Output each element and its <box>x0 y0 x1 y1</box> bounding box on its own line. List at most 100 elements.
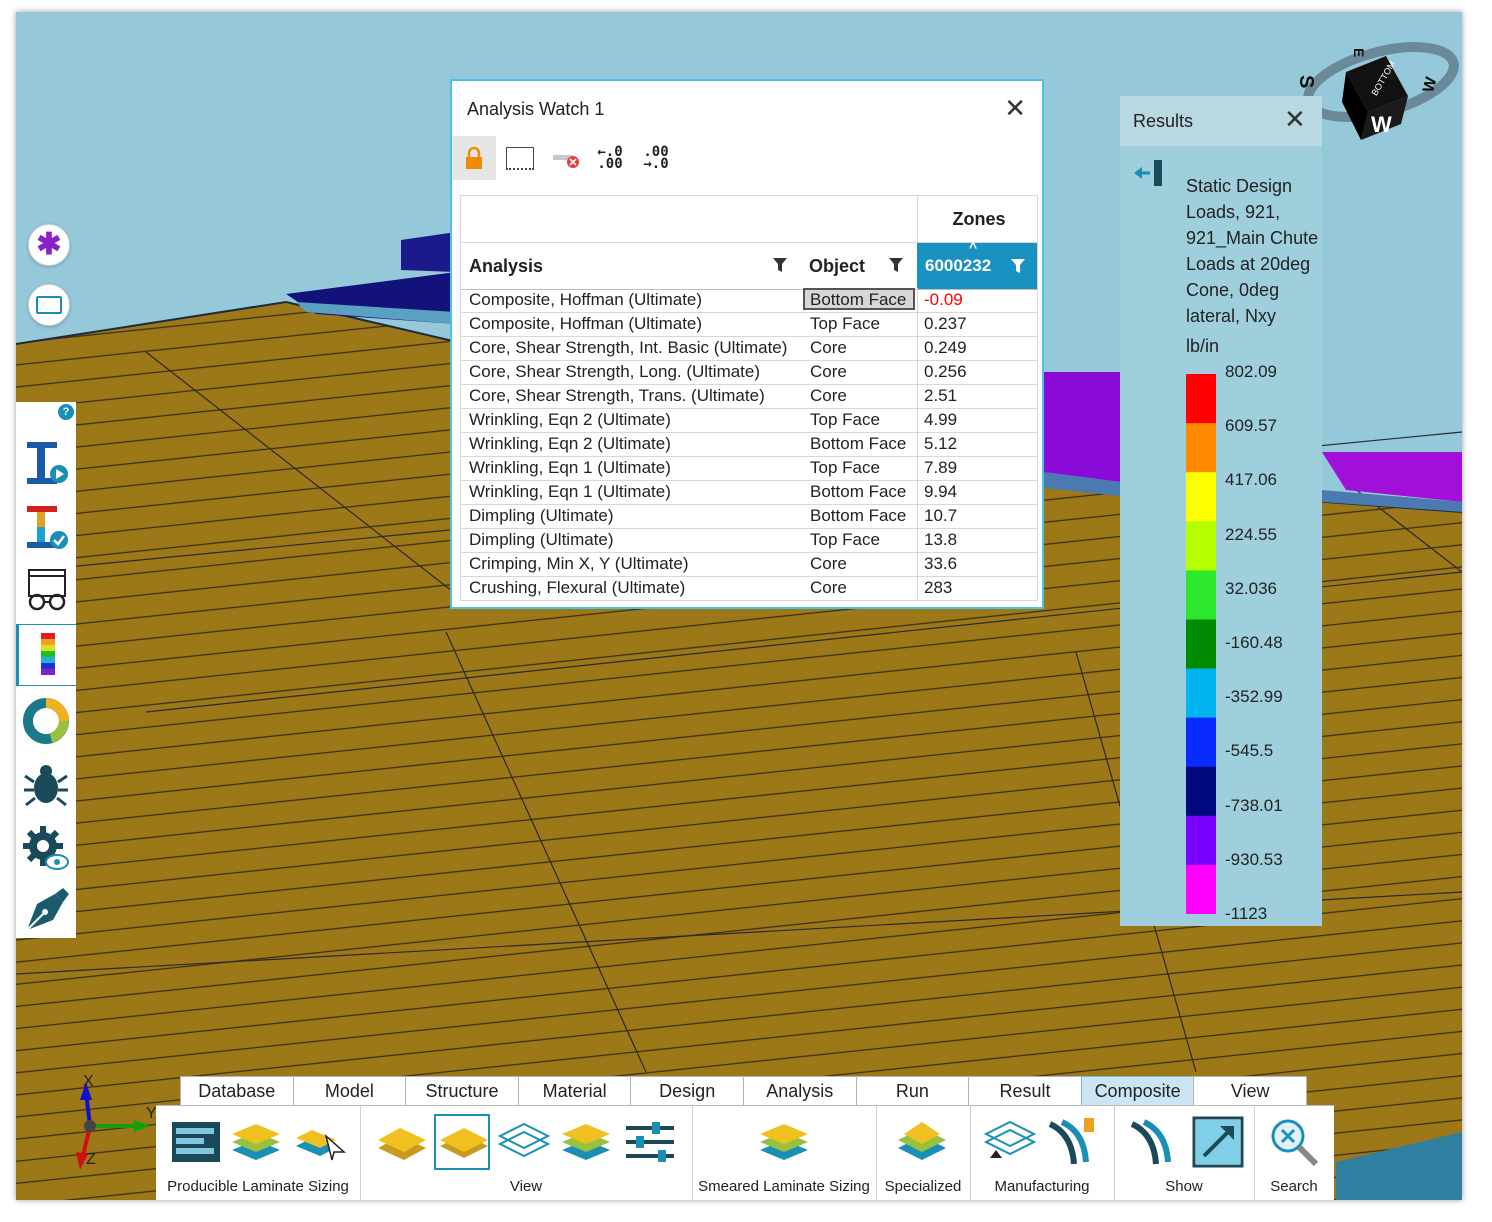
ribbon-tab-analysis[interactable]: Analysis <box>743 1076 857 1105</box>
decrease-decimals-button[interactable]: ←.0.00 <box>588 136 632 180</box>
zone-value-cell[interactable]: 5.12 <box>924 434 957 454</box>
settings-view-button[interactable] <box>16 818 76 880</box>
zone-value-cell[interactable]: 0.249 <box>924 338 967 358</box>
zone-value-cell[interactable]: 283 <box>924 578 952 598</box>
ribbon-tab-model[interactable]: Model <box>292 1076 407 1105</box>
contour-legend-button[interactable] <box>16 624 76 686</box>
ribbon-tab-result[interactable]: Result <box>968 1076 1082 1105</box>
ply-solid-icon[interactable] <box>434 1114 490 1170</box>
analysis-cell[interactable]: Composite, Hoffman (Ultimate) <box>469 314 702 334</box>
zone-value-cell[interactable]: 9.94 <box>924 482 957 502</box>
laminate-check-button[interactable] <box>16 496 76 558</box>
table-row[interactable]: Dimpling (Ultimate) Top Face 13.8 <box>461 528 1037 553</box>
laminate-stack-icon[interactable] <box>228 1114 284 1170</box>
pen-tool-button[interactable] <box>16 880 76 942</box>
zone-value-cell[interactable]: 2.51 <box>924 386 957 406</box>
window-button[interactable] <box>498 136 542 180</box>
increase-decimals-button[interactable]: .00 →.0 <box>634 136 678 180</box>
zone-value-cell[interactable]: -0.09 <box>924 290 963 310</box>
analysis-cell[interactable]: Crimping, Min X, Y (Ultimate) <box>469 554 688 574</box>
analysis-cell[interactable]: Core, Shear Strength, Trans. (Ultimate) <box>469 386 765 406</box>
table-row[interactable]: Core, Shear Strength, Long. (Ultimate) Co… <box>461 360 1037 385</box>
ribbon-tab-composite[interactable]: Composite <box>1080 1076 1195 1105</box>
ribbon-tab-material[interactable]: Material <box>517 1076 632 1105</box>
column-header-zone[interactable]: ^ 6000232 <box>917 239 1037 289</box>
table-row[interactable]: Wrinkling, Eqn 1 (Ultimate) Top Face 7.89 <box>461 456 1037 481</box>
analysis-cell[interactable]: Composite, Hoffman (Ultimate) <box>469 290 702 310</box>
analysis-cell[interactable]: Wrinkling, Eqn 1 (Ultimate) <box>469 458 671 478</box>
laminate-table-icon[interactable] <box>168 1114 224 1170</box>
ribbon-tab-design[interactable]: Design <box>630 1076 744 1105</box>
object-cell[interactable]: Core <box>810 362 847 382</box>
table-row[interactable]: Core, Shear Strength, Int. Basic (Ultima… <box>461 336 1037 361</box>
object-cell[interactable]: Bottom Face <box>810 506 906 526</box>
analysis-cell[interactable]: Wrinkling, Eqn 1 (Ultimate) <box>469 482 671 502</box>
analysis-cell[interactable]: Wrinkling, Eqn 2 (Ultimate) <box>469 434 671 454</box>
table-row[interactable]: Core, Shear Strength, Trans. (Ultimate) C… <box>461 384 1037 409</box>
laminate-thickness-run-button[interactable] <box>16 432 76 494</box>
analysis-cell[interactable]: Wrinkling, Eqn 2 (Ultimate) <box>469 410 671 430</box>
zone-value-cell[interactable]: 7.89 <box>924 458 957 478</box>
zone-value-cell[interactable]: 0.237 <box>924 314 967 334</box>
analysis-cell[interactable]: Dimpling (Ultimate) <box>469 530 614 550</box>
object-cell[interactable]: Bottom Face <box>810 434 906 454</box>
export-icon[interactable] <box>1190 1114 1246 1170</box>
asterisk-button[interactable]: ✱ <box>28 224 70 266</box>
filter-zone-icon[interactable] <box>1011 258 1025 274</box>
lock-button[interactable] <box>452 136 496 180</box>
ply-layers-icon[interactable] <box>558 1114 614 1170</box>
table-row[interactable]: Wrinkling, Eqn 2 (Ultimate) Bottom Face 5.… <box>461 432 1037 457</box>
zone-value-cell[interactable]: 0.256 <box>924 362 967 382</box>
zone-value-cell[interactable]: 33.6 <box>924 554 957 574</box>
specialized-icon[interactable] <box>894 1114 950 1170</box>
table-row[interactable]: Crimping, Min X, Y (Ultimate) Core 33.6 <box>461 552 1037 577</box>
analysis-cell[interactable]: Core, Shear Strength, Long. (Ultimate) <box>469 362 760 382</box>
object-cell[interactable]: Top Face <box>810 458 880 478</box>
table-row[interactable]: Crushing, Flexural (Ultimate) Core 283 <box>461 576 1037 600</box>
zone-value-cell[interactable]: 10.7 <box>924 506 957 526</box>
object-cell[interactable]: Core <box>810 554 847 574</box>
object-cell[interactable]: Core <box>810 338 847 358</box>
ribbon-tab-database[interactable]: Database <box>180 1076 294 1105</box>
debug-button[interactable] <box>16 754 76 816</box>
close-icon[interactable]: ✕ <box>1284 104 1306 135</box>
table-row[interactable]: Dimpling (Ultimate) Bottom Face 10.7 <box>461 504 1037 529</box>
filter-object-icon[interactable] <box>889 257 903 273</box>
table-row[interactable]: Composite, Hoffman (Ultimate) Top Face 0.2… <box>461 312 1037 337</box>
column-header-analysis[interactable]: Analysis <box>469 243 543 289</box>
analysis-cell[interactable]: Dimpling (Ultimate) <box>469 506 614 526</box>
analysis-cell[interactable]: Crushing, Flexural (Ultimate) <box>469 578 685 598</box>
laminate-select-icon[interactable] <box>292 1114 348 1170</box>
ribbon-tab-run[interactable]: Run <box>855 1076 970 1105</box>
table-row[interactable]: Composite, Hoffman (Ultimate) Bottom Face… <box>461 288 1037 313</box>
sliders-icon[interactable] <box>622 1114 678 1170</box>
close-icon[interactable]: ✕ <box>1004 93 1026 124</box>
object-cell[interactable]: Bottom Face <box>810 290 906 310</box>
clear-button[interactable] <box>544 136 588 180</box>
table-row[interactable]: Wrinkling, Eqn 2 (Ultimate) Top Face 4.99 <box>461 408 1037 433</box>
ply-step-icon[interactable] <box>374 1114 430 1170</box>
analysis-cell[interactable]: Core, Shear Strength, Int. Basic (Ultima… <box>469 338 787 358</box>
glasses-view-button[interactable] <box>16 560 76 622</box>
donut-chart-button[interactable] <box>16 690 76 752</box>
table-row[interactable]: Wrinkling, Eqn 1 (Ultimate) Bottom Face 9.… <box>461 480 1037 505</box>
ply-drop-icon[interactable] <box>982 1114 1038 1170</box>
object-cell[interactable]: Bottom Face <box>810 482 906 502</box>
object-cell[interactable]: Top Face <box>810 314 880 334</box>
ribbon-tab-view[interactable]: View <box>1193 1076 1307 1105</box>
zone-value-cell[interactable]: 13.8 <box>924 530 957 550</box>
object-cell[interactable]: Top Face <box>810 530 880 550</box>
column-header-object[interactable]: Object <box>809 243 865 289</box>
smeared-laminate-icon[interactable] <box>756 1114 812 1170</box>
drape-icon[interactable] <box>1044 1114 1100 1170</box>
object-cell[interactable]: Core <box>810 578 847 598</box>
search-icon[interactable] <box>1266 1114 1322 1170</box>
filter-analysis-icon[interactable] <box>773 257 787 273</box>
rectangle-select-button[interactable] <box>28 284 70 326</box>
zone-value-cell[interactable]: 4.99 <box>924 410 957 430</box>
object-cell[interactable]: Top Face <box>810 410 880 430</box>
show-curves-icon[interactable] <box>1126 1114 1182 1170</box>
collapse-panel-icon[interactable] <box>1134 160 1164 186</box>
ply-outline-icon[interactable] <box>496 1114 552 1170</box>
help-button[interactable]: ? <box>58 404 74 420</box>
